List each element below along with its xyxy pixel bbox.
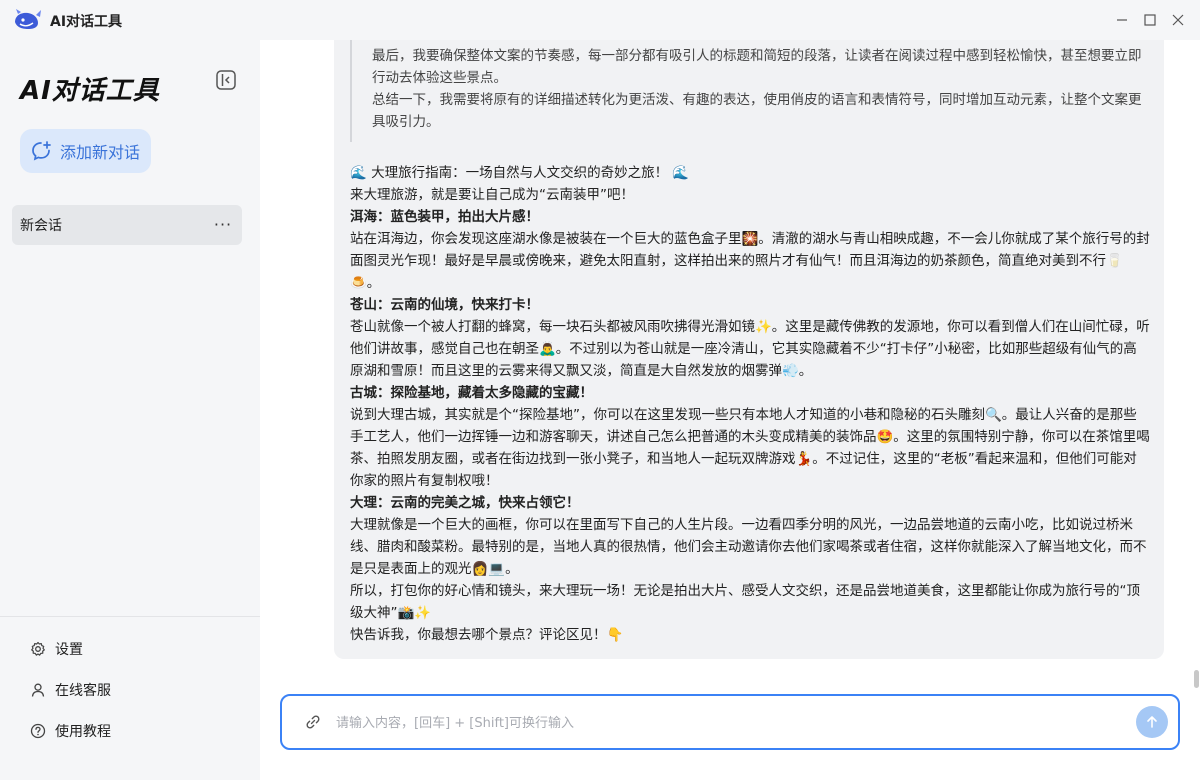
add-new-chat-button[interactable]: 添加新对话 bbox=[20, 129, 151, 173]
maximize-icon bbox=[1144, 14, 1156, 26]
more-options-icon[interactable]: ··· bbox=[212, 213, 234, 235]
message-input-box bbox=[280, 694, 1180, 750]
message-input[interactable] bbox=[336, 710, 1096, 736]
section-heading: 洱海：蓝色装甲，拍出大片感！ bbox=[350, 209, 539, 225]
user-icon bbox=[30, 682, 46, 698]
reasoning-quote: 最后，我要确保整体文案的节奏感，每一部分都有吸引人的标题和简短的段落，让读者在阅… bbox=[350, 40, 1150, 142]
section-body: 大理就像是一个巨大的画框，你可以在里面写下自己的人生片段。一边看四季分明的风光，… bbox=[350, 517, 1147, 577]
gear-icon bbox=[30, 641, 46, 657]
minimize-icon bbox=[1117, 19, 1127, 21]
send-button[interactable] bbox=[1136, 706, 1168, 738]
online-support-label: 在线客服 bbox=[55, 683, 111, 699]
maximize-button[interactable] bbox=[1140, 10, 1160, 30]
app-title: AI对话工具 bbox=[50, 14, 123, 30]
quote-line: 总结一下，我需要将原有的详细描述转化为更活泼、有趣的表达，使用俏皮的语言和表情符… bbox=[372, 92, 1142, 130]
quote-line: 最后，我要确保整体文案的节奏感，每一部分都有吸引人的标题和简短的段落，让读者在阅… bbox=[372, 48, 1142, 86]
section-heading: 苍山：云南的仙境，快来打卡！ bbox=[350, 297, 539, 313]
arrow-up-icon bbox=[1147, 716, 1157, 728]
close-button[interactable] bbox=[1168, 10, 1188, 30]
collapse-sidebar-button[interactable] bbox=[214, 68, 238, 92]
answer-title: 🌊 大理旅行指南：一场自然与人文交织的奇妙之旅！ 🌊 bbox=[350, 165, 690, 181]
minimize-button[interactable] bbox=[1112, 10, 1132, 30]
help-circle-icon bbox=[30, 723, 46, 739]
section-body: 站在洱海边，你会发现这座湖水像是被装在一个巨大的蓝色盒子里🎇。清澈的湖水与青山相… bbox=[350, 231, 1150, 291]
assistant-message-bubble: 最后，我要确保整体文案的节奏感，每一部分都有吸引人的标题和简短的段落，让读者在阅… bbox=[334, 40, 1164, 659]
section-body: 说到大理古城，其实就是个“探险基地”，你可以在这里发现一些只有本地人才知道的小巷… bbox=[350, 407, 1150, 489]
chat-plus-icon bbox=[30, 140, 52, 162]
answer-content: 🌊 大理旅行指南：一场自然与人文交织的奇妙之旅！ 🌊 来大理旅游，就是要让自己成… bbox=[350, 162, 1150, 646]
attach-link-icon[interactable] bbox=[304, 713, 322, 731]
section-body: 苍山就像一个被人打翻的蜂窝，每一块石头都被风雨吹拂得光滑如镜✨。这里是藏传佛教的… bbox=[350, 319, 1150, 379]
sidebar-divider bbox=[0, 616, 260, 617]
sidebar: AI对话工具 添加新对话 新会话 ··· 设置 在线客服 使用教程 bbox=[0, 40, 260, 780]
chat-area: 最后，我要确保整体文案的节奏感，每一部分都有吸引人的标题和简短的段落，让读者在阅… bbox=[260, 40, 1200, 780]
answer-question: 快告诉我，你最想去哪个景点？评论区见！👇 bbox=[350, 627, 624, 643]
tutorial-button[interactable]: 使用教程 bbox=[30, 721, 111, 741]
online-support-button[interactable]: 在线客服 bbox=[30, 680, 111, 700]
title-bar: AI对话工具 bbox=[0, 0, 1200, 40]
whale-logo-icon bbox=[12, 8, 42, 32]
answer-closing: 所以，打包你的好心情和镜头，来大理玩一场！无论是拍出大片、感受人文交织，还是品尝… bbox=[350, 583, 1140, 621]
sidebar-item-session[interactable]: 新会话 ··· bbox=[12, 205, 242, 245]
close-icon bbox=[1172, 14, 1184, 26]
scrollbar-thumb[interactable] bbox=[1194, 670, 1199, 688]
sidebar-title: AI对话工具 bbox=[20, 76, 160, 106]
add-new-chat-label: 添加新对话 bbox=[60, 143, 141, 162]
section-heading: 大理：云南的完美之城，快来占领它！ bbox=[350, 495, 580, 511]
answer-intro: 来大理旅游，就是要让自己成为“云南装甲”吧！ bbox=[350, 187, 634, 203]
settings-label: 设置 bbox=[55, 642, 83, 658]
tutorial-label: 使用教程 bbox=[55, 724, 111, 740]
section-heading: 古城：探险基地，藏着太多隐藏的宝藏！ bbox=[350, 385, 593, 401]
session-label: 新会话 bbox=[20, 218, 62, 234]
collapse-sidebar-icon bbox=[216, 70, 236, 90]
settings-button[interactable]: 设置 bbox=[30, 639, 83, 659]
